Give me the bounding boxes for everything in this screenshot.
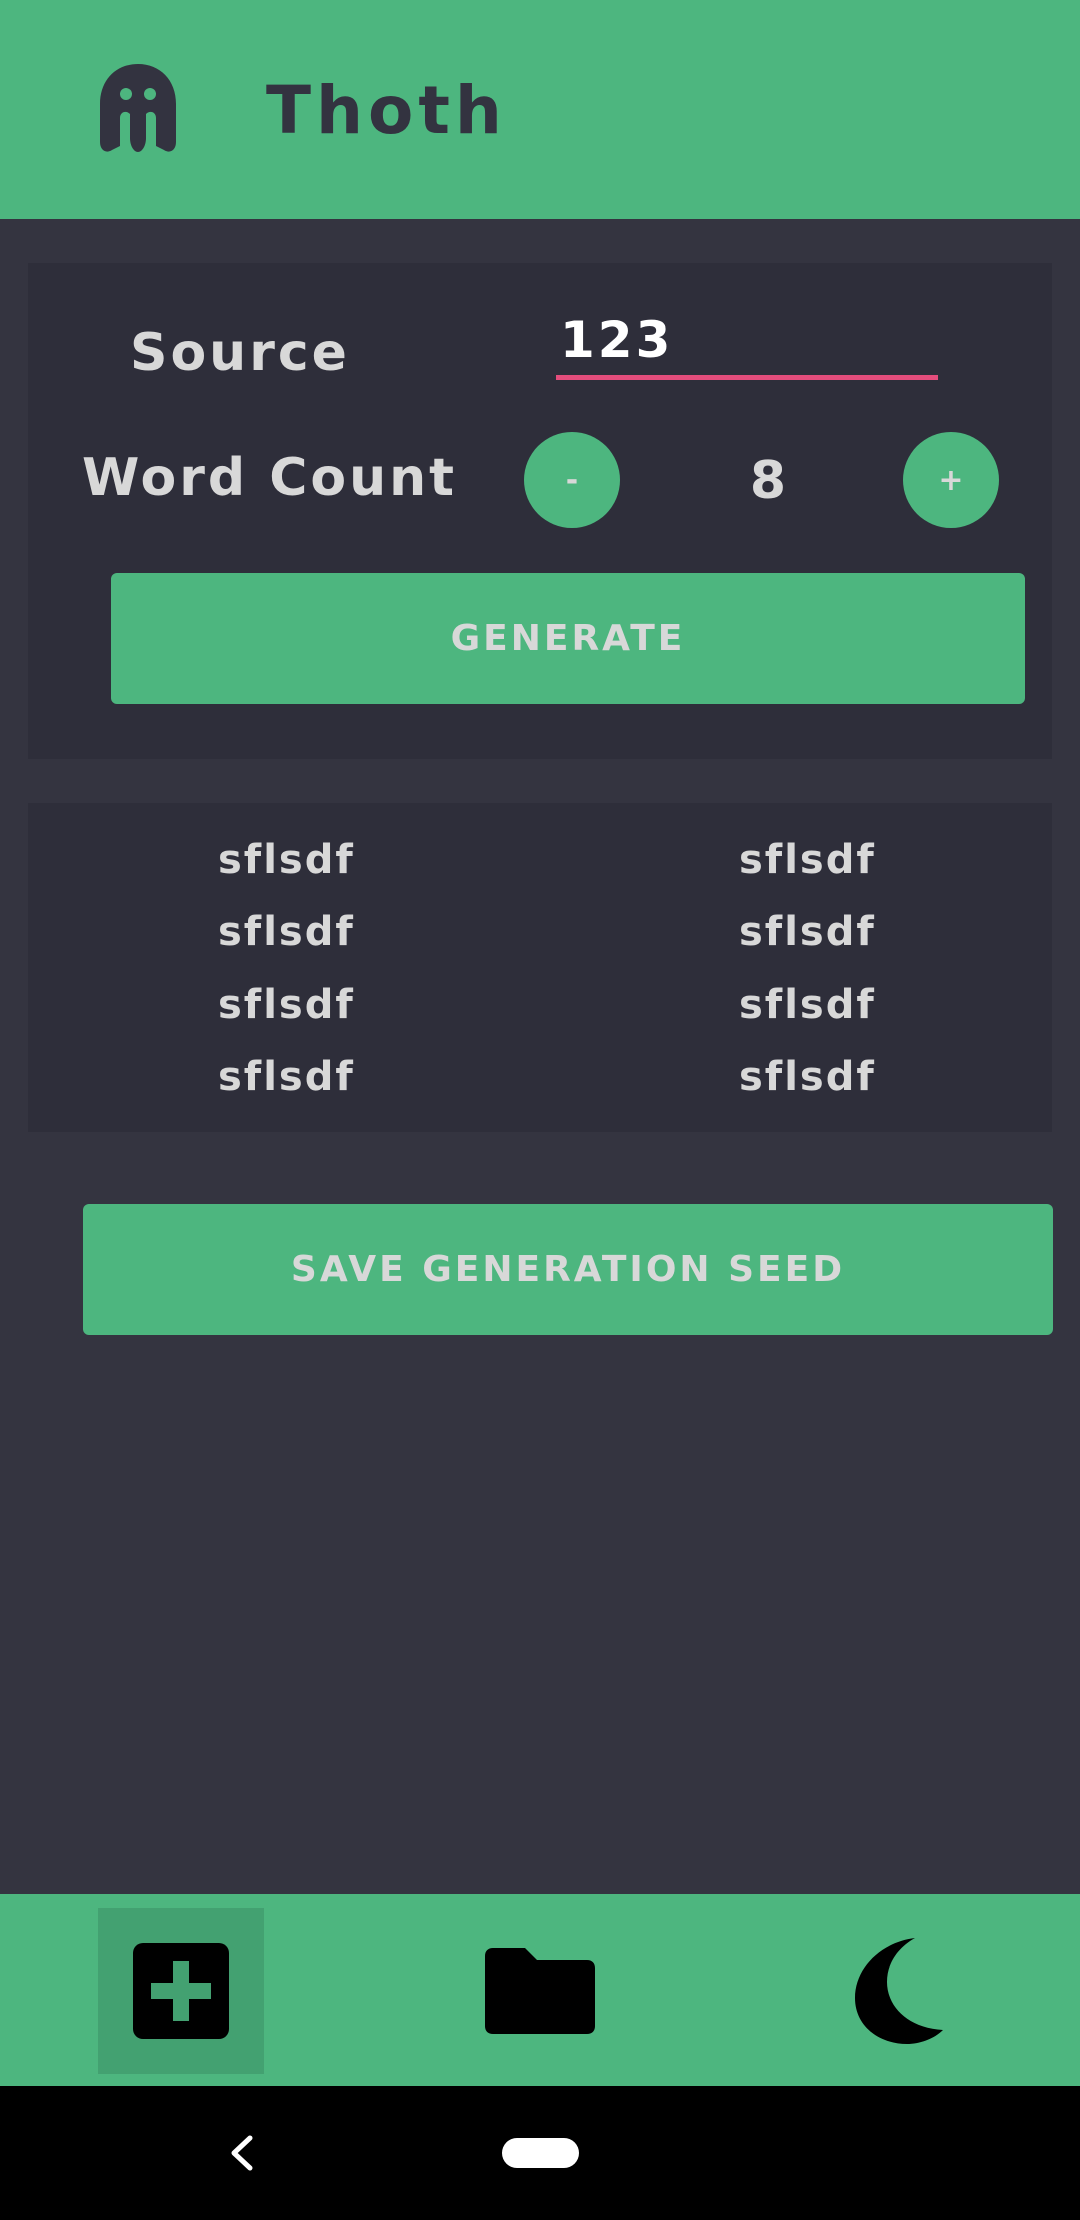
add-box-icon (133, 1943, 229, 2039)
source-input[interactable] (556, 313, 938, 380)
home-pill-button[interactable] (502, 2138, 579, 2168)
back-icon[interactable] (222, 2130, 262, 2176)
word-item: sflsdf (739, 837, 876, 883)
app-header: Thoth (0, 0, 1080, 219)
word-count-label: Word Count (82, 448, 457, 508)
word-item: sflsdf (218, 909, 355, 955)
generator-controls-card: Source Word Count - 8 + GENERATE (28, 263, 1052, 759)
bottom-navigation (0, 1894, 1080, 2086)
word-item: sflsdf (739, 909, 876, 955)
word-count-value: 8 (749, 451, 787, 511)
decrease-word-count-button[interactable]: - (524, 432, 620, 528)
word-item: sflsdf (739, 982, 876, 1028)
save-generation-seed-button[interactable]: SAVE GENERATION SEED (83, 1204, 1053, 1335)
folder-icon (485, 1948, 595, 2034)
nav-toggle-theme[interactable] (830, 1908, 970, 2074)
word-item: sflsdf (739, 1054, 876, 1100)
generated-words-card: sflsdf sflsdf sflsdf sflsdf sflsdf sflsd… (28, 803, 1052, 1132)
increase-word-count-button[interactable]: + (903, 432, 999, 528)
ghost-logo-icon (100, 64, 176, 152)
nav-new-generation[interactable] (98, 1908, 264, 2074)
generate-button[interactable]: GENERATE (111, 573, 1025, 704)
word-item: sflsdf (218, 982, 355, 1028)
nav-saved-seeds[interactable] (470, 1908, 610, 2074)
word-item: sflsdf (218, 1054, 355, 1100)
app-title: Thoth (266, 72, 507, 149)
system-navigation-bar (0, 2086, 1080, 2220)
source-label: Source (130, 323, 350, 383)
moon-icon (855, 1938, 943, 2044)
word-item: sflsdf (218, 837, 355, 883)
